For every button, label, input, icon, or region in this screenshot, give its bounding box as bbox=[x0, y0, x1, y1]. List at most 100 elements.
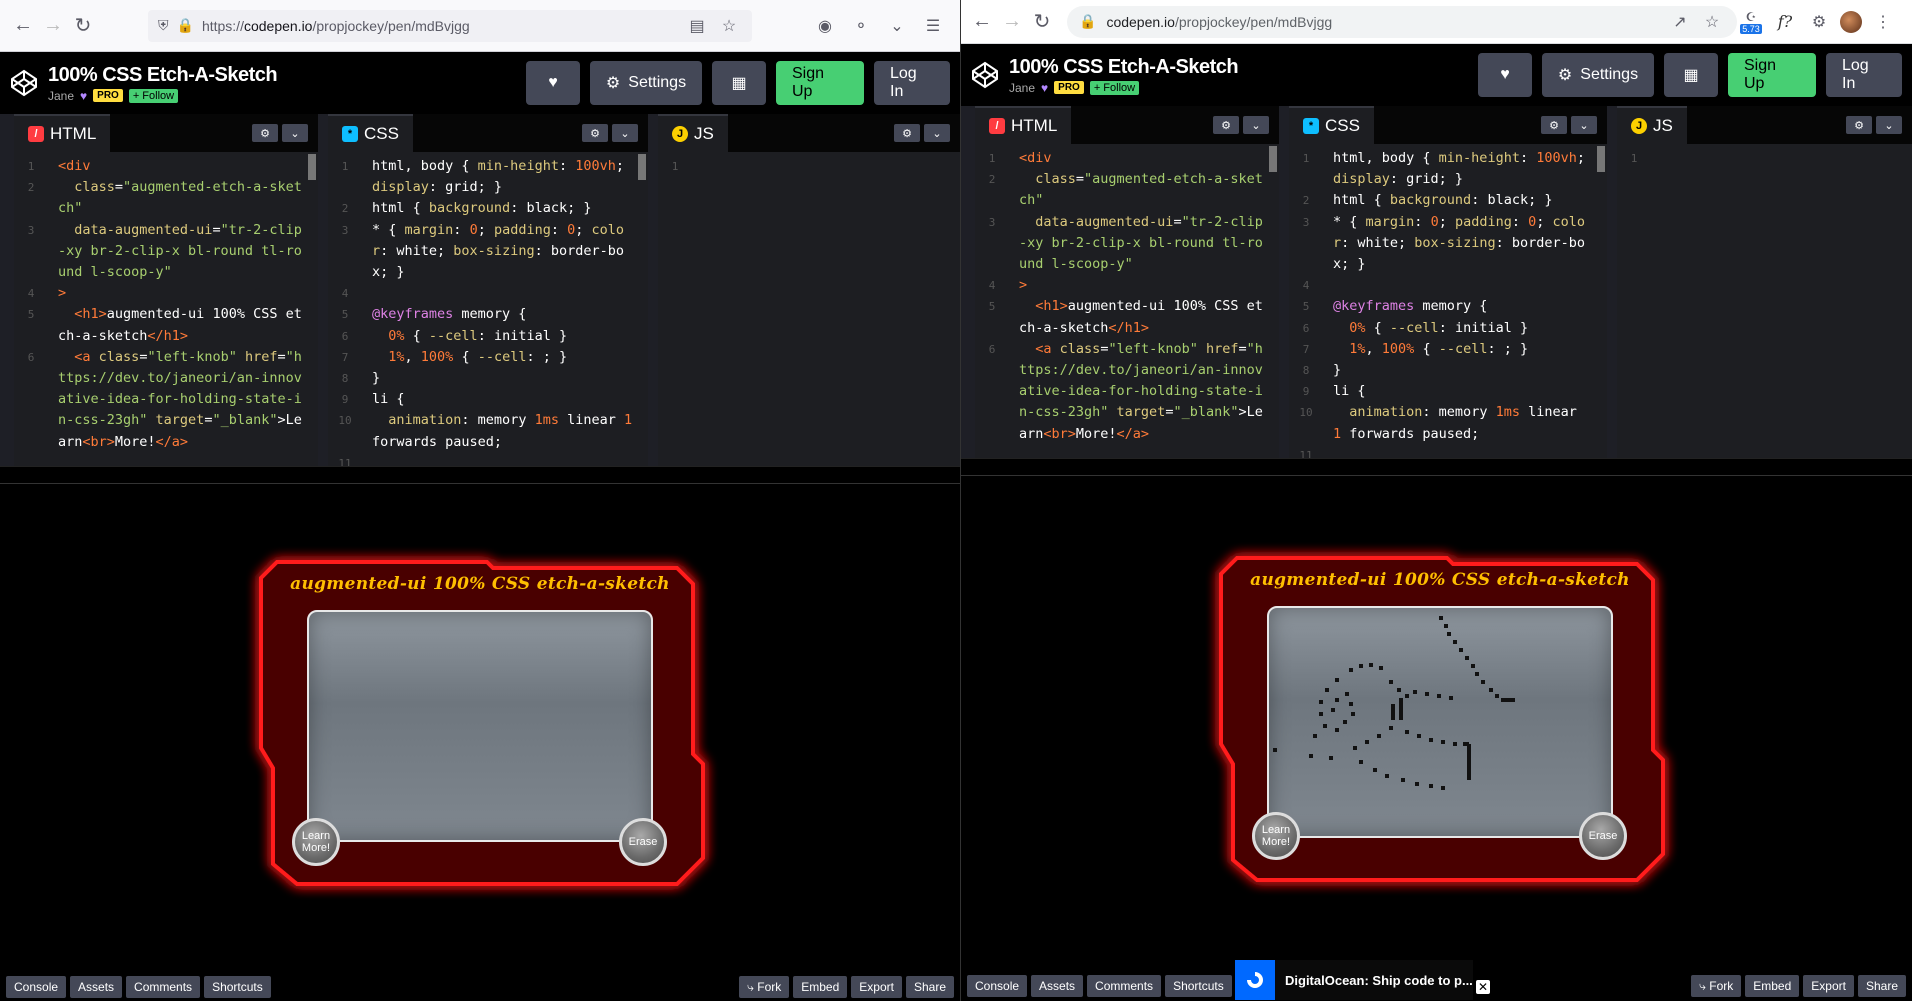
profile-avatar[interactable] bbox=[1840, 10, 1862, 33]
editor-settings-icon[interactable]: ⚙ bbox=[582, 124, 608, 142]
sponsor-ad[interactable]: DigitalOcean: Ship code to p... bbox=[1235, 960, 1473, 1000]
love-button[interactable]: ♥ bbox=[1478, 53, 1532, 97]
layout-button[interactable]: ▦ bbox=[1664, 53, 1718, 97]
scrollbar[interactable] bbox=[308, 154, 316, 180]
learn-more-knob[interactable]: Learn More! bbox=[292, 818, 340, 866]
pen-title[interactable]: 100% CSS Etch-A-Sketch bbox=[1009, 56, 1239, 79]
console-button[interactable]: Console bbox=[6, 976, 67, 998]
html-code[interactable]: 123456 <div class="augmented-etch-a-sket… bbox=[975, 144, 1279, 458]
console-button[interactable]: Console bbox=[967, 975, 1028, 997]
reload-icon[interactable]: ↻ bbox=[1027, 7, 1057, 37]
ad-text[interactable]: DigitalOcean: Ship code to p... bbox=[1285, 973, 1473, 988]
chevron-down-icon[interactable]: ⌄ bbox=[924, 124, 950, 142]
js-code[interactable]: 1 bbox=[1617, 144, 1912, 458]
login-button[interactable]: Log In bbox=[1826, 53, 1902, 97]
share-button[interactable]: Share bbox=[1857, 975, 1906, 997]
settings-button[interactable]: ⚙ Settings bbox=[590, 61, 702, 105]
author-link[interactable]: Jane bbox=[1009, 81, 1035, 95]
comments-button[interactable]: Comments bbox=[1087, 975, 1162, 997]
reload-icon[interactable]: ↻ bbox=[68, 11, 98, 41]
fork-button[interactable]: ⤷ Fork bbox=[739, 976, 790, 998]
chevron-down-icon[interactable]: ⌄ bbox=[884, 13, 910, 39]
html-editor[interactable]: / HTML ⚙ ⌄ 123456 <div class="augmented-et… bbox=[14, 114, 318, 466]
back-icon[interactable]: ← bbox=[8, 11, 38, 41]
extensions-puzzle-icon[interactable]: ⚙ bbox=[1806, 9, 1832, 35]
css-editor[interactable]: * CSS ⚙ ⌄ 1 2 3 4 5 6 7 8 9 10 11 html, body { min-h… bbox=[328, 114, 648, 466]
export-button[interactable]: Export bbox=[851, 976, 902, 998]
editor-settings-icon[interactable]: ⚙ bbox=[894, 124, 920, 142]
js-tab[interactable]: J JS bbox=[658, 114, 728, 152]
etch-screen[interactable] bbox=[1267, 606, 1613, 838]
layout-button[interactable]: ▦ bbox=[712, 61, 766, 105]
embed-button[interactable]: Embed bbox=[793, 976, 848, 998]
erase-knob[interactable]: Erase bbox=[1579, 812, 1627, 860]
editor-settings-icon[interactable]: ⚙ bbox=[1846, 116, 1872, 134]
scrollbar[interactable] bbox=[1597, 146, 1605, 172]
chevron-down-icon[interactable]: ⌄ bbox=[1876, 116, 1902, 134]
etch-screen[interactable] bbox=[307, 610, 653, 842]
login-button[interactable]: Log In bbox=[874, 61, 950, 105]
codepen-logo-icon[interactable] bbox=[10, 69, 38, 97]
js-editor[interactable]: J JS ⚙ ⌄ 1 bbox=[658, 114, 960, 466]
close-icon[interactable]: ✕ bbox=[1476, 980, 1490, 994]
editor-resizer[interactable] bbox=[961, 458, 1912, 476]
learn-more-knob[interactable]: Learn More! bbox=[1252, 812, 1300, 860]
css-code[interactable]: 1 2 3 4 5 6 7 8 9 10 11 html, body { min-height: 1… bbox=[328, 152, 648, 466]
pocket-icon[interactable]: ◉ bbox=[812, 13, 838, 39]
pro-badge[interactable]: PRO bbox=[1054, 81, 1084, 94]
editor-settings-icon[interactable]: ⚙ bbox=[1213, 116, 1239, 134]
chevron-down-icon[interactable]: ⌄ bbox=[612, 124, 638, 142]
erase-knob[interactable]: Erase bbox=[619, 818, 667, 866]
css-editor[interactable]: * CSS ⚙ ⌄ 1 2 3 4 5 6 7 8 9 10 11 html, body { min-h… bbox=[1289, 106, 1607, 458]
extension-translate-icon[interactable]: ☪ 5.73 bbox=[1738, 9, 1764, 35]
back-icon[interactable]: ← bbox=[967, 7, 997, 37]
chevron-down-icon[interactable]: ⌄ bbox=[1571, 116, 1597, 134]
shortcuts-button[interactable]: Shortcuts bbox=[204, 976, 271, 998]
lock-icon[interactable]: 🔒 bbox=[1079, 13, 1096, 30]
html-code[interactable]: 123456 <div class="augmented-etch-a-sket… bbox=[14, 152, 318, 466]
extension-f-icon[interactable]: f? bbox=[1772, 9, 1798, 35]
bookmark-star-icon[interactable]: ☆ bbox=[716, 13, 742, 39]
shortcuts-button[interactable]: Shortcuts bbox=[1165, 975, 1232, 997]
scrollbar[interactable] bbox=[638, 154, 646, 180]
editor-settings-icon[interactable]: ⚙ bbox=[1541, 116, 1567, 134]
forward-icon[interactable]: → bbox=[38, 11, 68, 41]
assets-button[interactable]: Assets bbox=[70, 976, 123, 998]
menu-icon[interactable]: ☰ bbox=[920, 13, 946, 39]
assets-button[interactable]: Assets bbox=[1031, 975, 1084, 997]
address-bar[interactable]: 🔒 codepen.io/propjockey/pen/mdBvjgg ↗ ☆ bbox=[1067, 5, 1737, 38]
signup-button[interactable]: Sign Up bbox=[776, 61, 864, 105]
js-editor[interactable]: J JS ⚙ ⌄ 1 bbox=[1617, 106, 1912, 458]
html-tab[interactable]: / HTML bbox=[975, 106, 1072, 144]
love-button[interactable]: ♥ bbox=[526, 61, 580, 105]
js-code[interactable]: 1 bbox=[658, 152, 960, 466]
html-tab[interactable]: / HTML bbox=[14, 114, 111, 152]
follow-button[interactable]: + Follow bbox=[1089, 80, 1140, 95]
codepen-logo-icon[interactable] bbox=[971, 61, 999, 89]
js-tab[interactable]: J JS bbox=[1617, 106, 1687, 144]
css-tab[interactable]: * CSS bbox=[328, 114, 413, 152]
comments-button[interactable]: Comments bbox=[126, 976, 201, 998]
chevron-down-icon[interactable]: ⌄ bbox=[282, 124, 308, 142]
editor-resizer[interactable] bbox=[0, 466, 960, 484]
settings-button[interactable]: ⚙ Settings bbox=[1542, 53, 1654, 97]
export-button[interactable]: Export bbox=[1803, 975, 1854, 997]
kebab-menu-icon[interactable]: ⋮ bbox=[1870, 9, 1896, 35]
address-bar[interactable]: ⛨ 🔒 https://codepen.io/propjockey/pen/md… bbox=[148, 9, 752, 42]
signup-button[interactable]: Sign Up bbox=[1728, 53, 1816, 97]
bookmark-star-icon[interactable]: ☆ bbox=[1699, 9, 1725, 35]
shield-icon[interactable]: ⛨ bbox=[158, 17, 169, 34]
sync-icon[interactable]: ⚬ bbox=[848, 13, 874, 39]
css-tab[interactable]: * CSS bbox=[1289, 106, 1374, 144]
share-button[interactable]: Share bbox=[905, 976, 954, 998]
follow-button[interactable]: + Follow bbox=[128, 88, 179, 103]
reader-view-icon[interactable]: ▤ bbox=[684, 13, 710, 39]
embed-button[interactable]: Embed bbox=[1745, 975, 1800, 997]
chevron-down-icon[interactable]: ⌄ bbox=[1243, 116, 1269, 134]
forward-icon[interactable]: → bbox=[997, 7, 1027, 37]
editor-settings-icon[interactable]: ⚙ bbox=[252, 124, 278, 142]
pro-badge[interactable]: PRO bbox=[93, 89, 123, 102]
lock-icon[interactable]: 🔒 bbox=[177, 17, 194, 34]
scrollbar[interactable] bbox=[1269, 146, 1277, 172]
fork-button[interactable]: ⤷ Fork bbox=[1691, 975, 1742, 997]
